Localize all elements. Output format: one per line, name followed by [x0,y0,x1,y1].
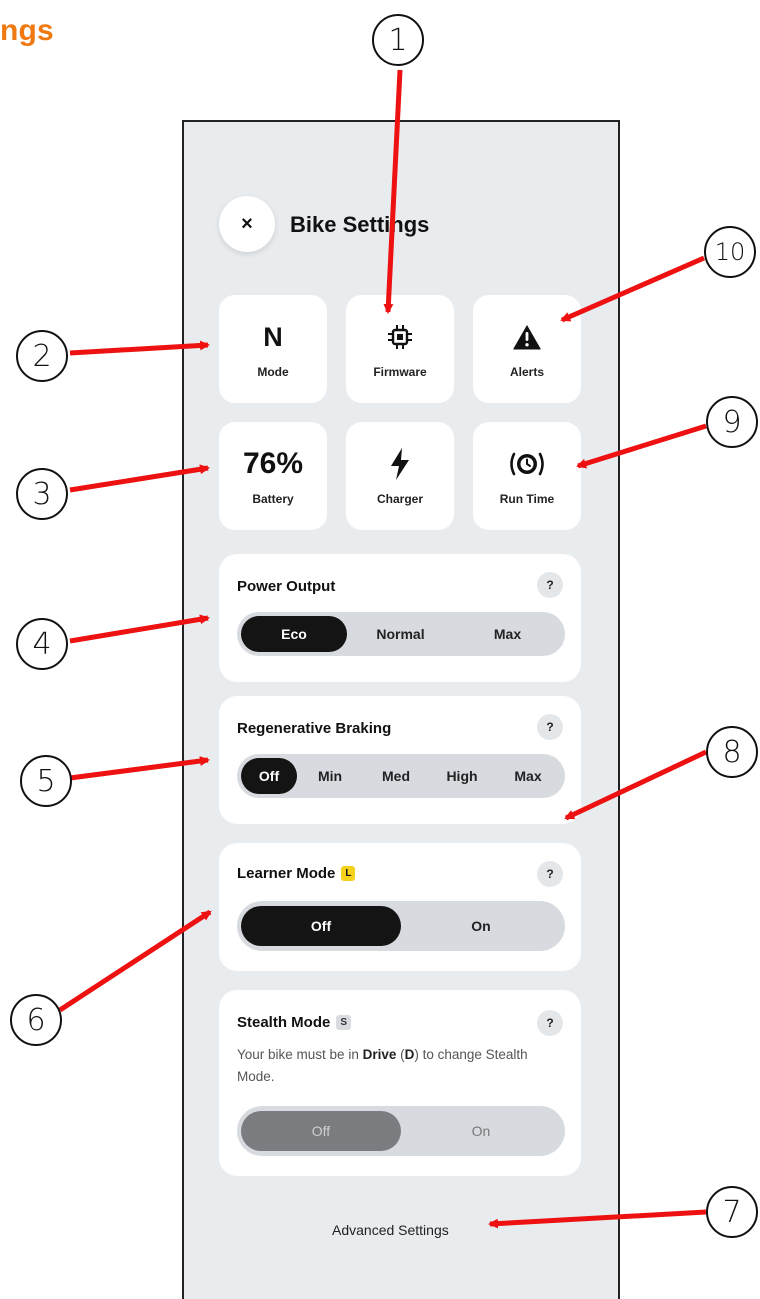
callout-7: 7 [706,1186,758,1238]
callout-4: 4 [16,618,68,670]
callout-5: 5 [20,755,72,807]
arrow-1 [383,69,403,314]
arrow-5 [69,756,210,781]
arrow-3 [69,464,210,493]
arrow-8 [564,749,708,821]
callout-10: 10 [704,226,756,278]
arrow-2 [69,340,210,356]
arrow-10 [560,255,706,323]
callout-1: 1 [372,14,424,66]
callout-9: 9 [706,396,758,448]
arrow-4 [69,614,210,644]
arrow-7 [488,1209,707,1229]
callout-2: 2 [16,330,68,382]
annotation-arrows [58,69,708,1229]
arrow-9 [576,423,707,469]
callout-8: 8 [706,726,758,778]
arrow-6 [58,909,212,1013]
callout-6: 6 [10,994,62,1046]
callout-3: 3 [16,468,68,520]
